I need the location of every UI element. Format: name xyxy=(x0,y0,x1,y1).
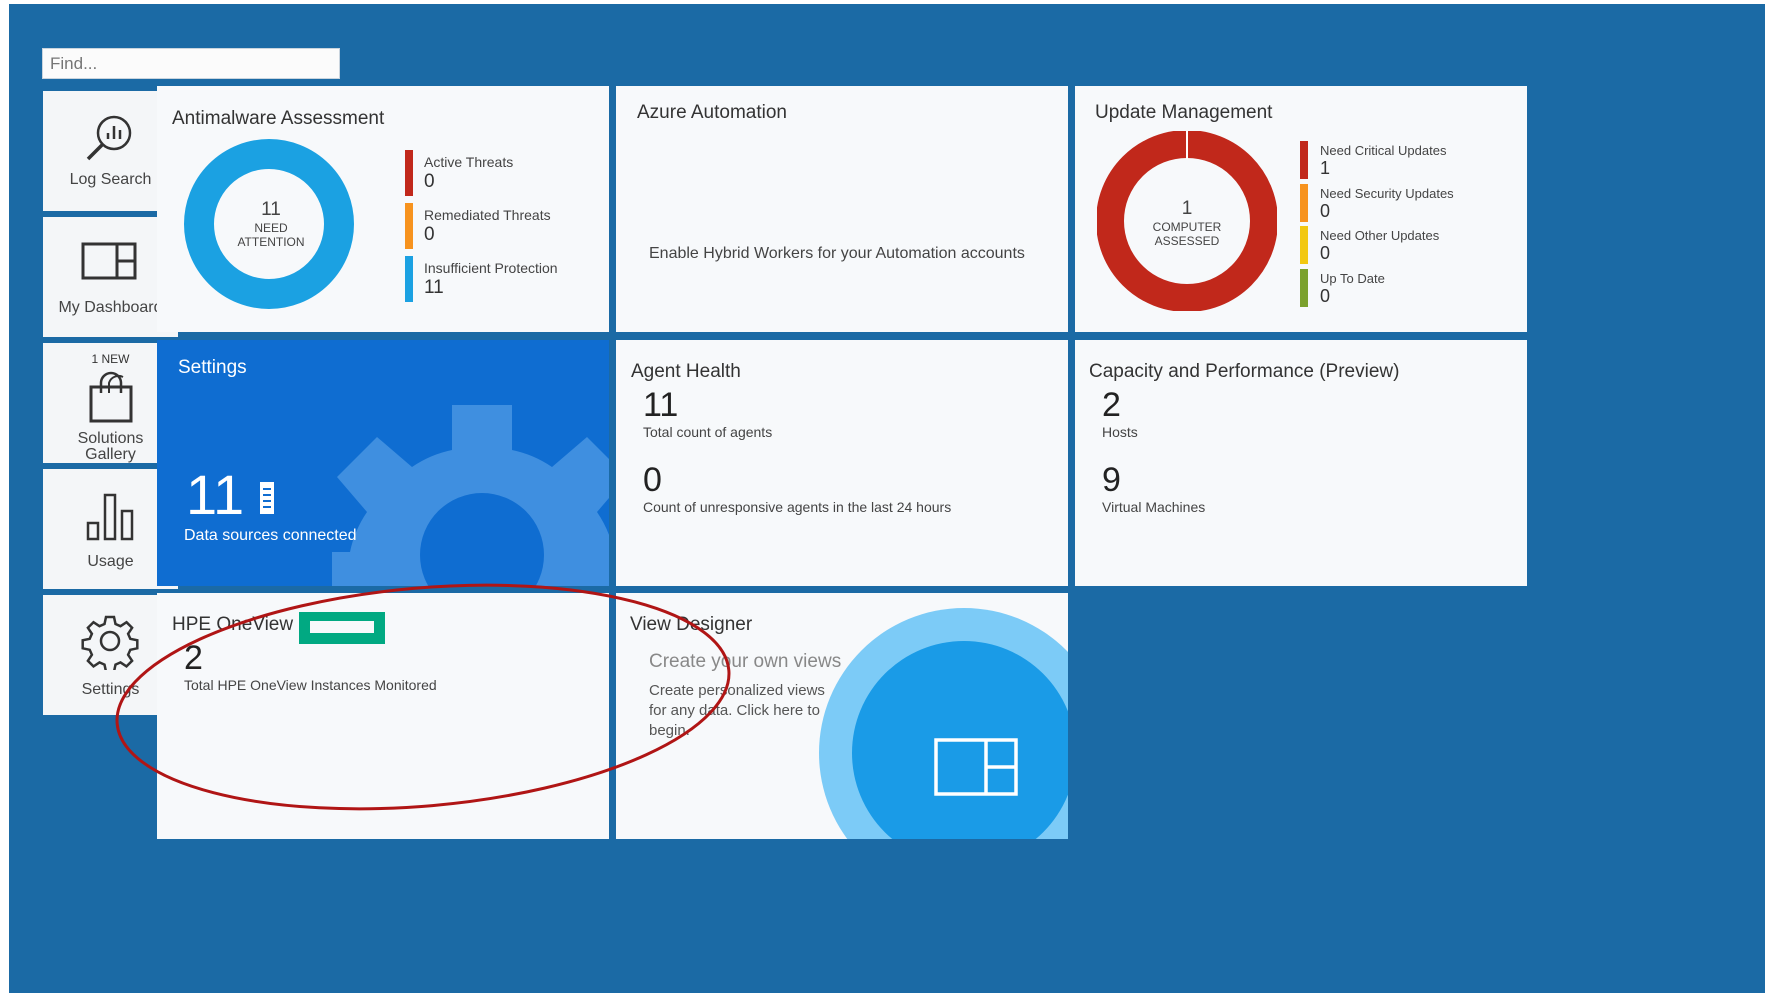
legend-color-other xyxy=(1300,226,1308,264)
hosts-label: Hosts xyxy=(1102,424,1138,440)
legend-label: Need Critical Updates xyxy=(1320,143,1447,158)
tile-title: Agent Health xyxy=(631,361,741,382)
hosts-count: 2 xyxy=(1102,386,1121,424)
server-icon xyxy=(260,482,274,519)
vms-label: Virtual Machines xyxy=(1102,499,1206,515)
dashboard-canvas: Log Search My Dashboard 1 NEW Solutions … xyxy=(9,4,1765,993)
tile-view-designer[interactable]: View Designer Create your own views Crea… xyxy=(616,593,1068,839)
donut-label-2: ASSESSED xyxy=(1154,234,1220,248)
view-designer-desc-3: begin. xyxy=(649,722,690,739)
tile-azure-automation[interactable]: Azure Automation Enable Hybrid Workers f… xyxy=(616,86,1068,332)
legend-color-critical xyxy=(1300,141,1308,179)
view-designer-heading: Create your own views xyxy=(649,651,842,672)
tile-agent-health[interactable]: Agent Health 11 Total count of agents 0 … xyxy=(616,340,1068,586)
unresponsive-count: 0 xyxy=(643,461,662,499)
view-designer-desc-1: Create personalized views xyxy=(649,682,825,699)
tile-title: Antimalware Assessment xyxy=(172,108,385,129)
donut-value: 1 xyxy=(1181,198,1193,219)
donut-value: 11 xyxy=(261,199,281,220)
gear-icon xyxy=(81,612,139,670)
legend-label: Need Security Updates xyxy=(1320,186,1454,201)
tile-title: Update Management xyxy=(1095,102,1273,123)
donut-label-1: COMPUTER xyxy=(1152,220,1222,234)
legend-color-active xyxy=(405,150,413,196)
hpe-logo-icon xyxy=(299,612,385,644)
donut-label-2: ATTENTION xyxy=(237,235,305,249)
update-donut-center: 1 COMPUTER ASSESSED xyxy=(1145,198,1229,248)
search-chart-icon xyxy=(78,109,142,165)
automation-message: Enable Hybrid Workers for your Automatio… xyxy=(649,245,1025,262)
view-designer-desc-2: for any data. Click here to xyxy=(649,702,820,719)
legend-value: 11 xyxy=(424,277,444,298)
tile-antimalware-assessment[interactable]: Antimalware Assessment 11 NEED ATTENTION… xyxy=(157,86,609,332)
legend-label: Need Other Updates xyxy=(1320,228,1440,243)
legend-color-remediated xyxy=(405,203,413,249)
hpe-instance-label: Total HPE OneView Instances Monitored xyxy=(184,677,437,693)
legend-label: Remediated Threats xyxy=(424,207,551,223)
tile-hpe-oneview[interactable]: HPE OneView 2 Total HPE OneView Instance… xyxy=(157,593,609,839)
tile-title: View Designer xyxy=(630,614,753,635)
vms-count: 9 xyxy=(1102,461,1121,499)
legend-color-up-to-date xyxy=(1300,269,1308,307)
dashboard-layout-icon xyxy=(934,738,1020,803)
unresponsive-label: Count of unresponsive agents in the last… xyxy=(643,499,952,515)
legend-value: 0 xyxy=(1320,286,1331,306)
legend-value: 1 xyxy=(1320,158,1331,178)
hpe-instance-count: 2 xyxy=(184,639,203,677)
agent-count: 11 xyxy=(643,386,679,424)
usage-chart-icon xyxy=(85,489,139,545)
tile-title: Capacity and Performance (Preview) xyxy=(1089,361,1400,382)
legend-value: 0 xyxy=(1320,243,1331,263)
legend-value: 0 xyxy=(424,224,435,245)
tile-title: Azure Automation xyxy=(637,102,787,123)
legend-color-insufficient xyxy=(405,256,413,302)
legend-value: 0 xyxy=(424,171,435,192)
legend-label: Active Threats xyxy=(424,154,514,170)
tile-title: Settings xyxy=(178,357,247,378)
legend-color-security xyxy=(1300,184,1308,222)
tile-title: HPE OneView xyxy=(172,614,294,635)
antimalware-donut-center: 11 NEED ATTENTION xyxy=(229,199,313,249)
tile-capacity-performance[interactable]: Capacity and Performance (Preview) 2 Hos… xyxy=(1075,340,1527,586)
data-sources-caption: Data sources connected xyxy=(184,527,357,544)
legend-value: 0 xyxy=(1320,201,1331,221)
dashboard-icon xyxy=(81,241,141,283)
shopping-bag-icon xyxy=(87,371,137,423)
search-input[interactable] xyxy=(42,48,340,79)
tile-update-management[interactable]: Update Management 1 COMPUTER ASSESSED Ne… xyxy=(1075,86,1527,332)
gear-watermark-icon xyxy=(332,405,609,586)
data-sources-count: 11 xyxy=(186,463,245,526)
legend-label: Up To Date xyxy=(1320,271,1385,286)
donut-label-1: NEED xyxy=(254,221,288,235)
legend-label: Insufficient Protection xyxy=(424,260,558,276)
agent-count-label: Total count of agents xyxy=(643,424,773,440)
tile-settings[interactable]: Settings 11 Data sources connected xyxy=(157,340,609,586)
